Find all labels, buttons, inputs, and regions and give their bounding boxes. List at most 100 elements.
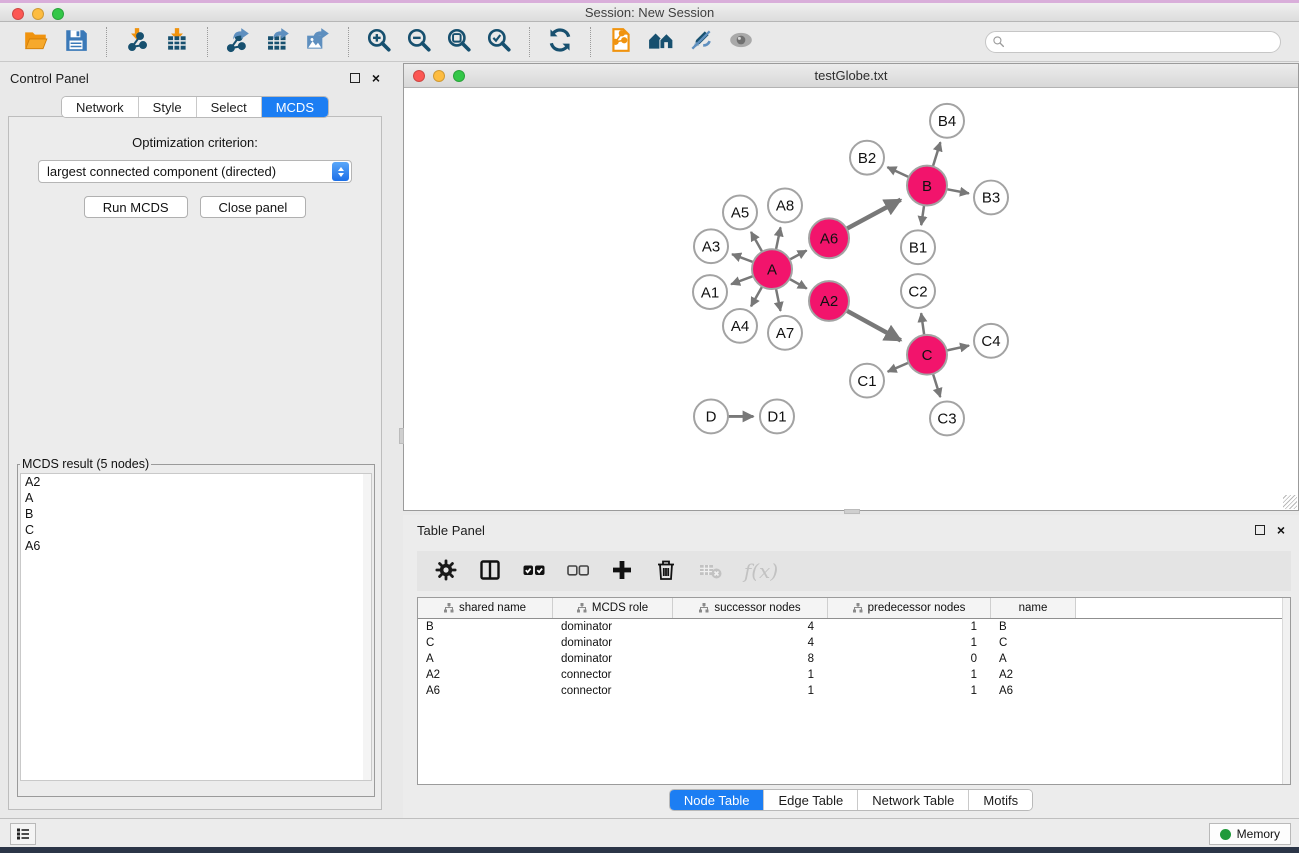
table-close-panel-icon[interactable]: × xyxy=(1277,525,1285,535)
network-close-button[interactable] xyxy=(413,70,425,82)
table-scrollbar[interactable] xyxy=(1282,598,1290,784)
cell-shared-name[interactable]: A6 xyxy=(418,683,553,699)
table-row-a[interactable]: Adominator80A xyxy=(418,651,1290,667)
edge-A2-C[interactable] xyxy=(847,311,901,341)
zoom-window-button[interactable] xyxy=(52,8,64,20)
graph-node-A7[interactable]: A7 xyxy=(768,316,802,350)
cell-name[interactable]: A2 xyxy=(991,667,1076,683)
export-network-button[interactable] xyxy=(222,26,254,58)
cell-MCDS-role[interactable]: dominator xyxy=(553,619,673,635)
mcds-result-list[interactable]: A2ABCA6 xyxy=(20,473,372,781)
show-all-button[interactable] xyxy=(725,26,757,58)
zoom-in-button[interactable] xyxy=(363,26,395,58)
deselect-checkboxes-button[interactable] xyxy=(563,556,593,586)
cell-successor-nodes[interactable]: 8 xyxy=(673,651,828,667)
edge-A-A2[interactable] xyxy=(789,279,806,289)
graph-node-A[interactable]: A xyxy=(752,249,792,289)
tab-mcds[interactable]: MCDS xyxy=(262,97,328,117)
graph-node-A5[interactable]: A5 xyxy=(723,195,757,229)
table-float-panel-icon[interactable] xyxy=(1255,525,1265,535)
close-panel-button[interactable]: Close panel xyxy=(200,196,307,218)
graph-node-A1[interactable]: A1 xyxy=(693,275,727,309)
graph-node-D[interactable]: D xyxy=(694,400,728,434)
table-row-a2[interactable]: A2connector11A2 xyxy=(418,667,1290,683)
cell-shared-name[interactable]: B xyxy=(418,619,553,635)
close-window-button[interactable] xyxy=(12,8,24,20)
add-column-button[interactable] xyxy=(607,556,637,586)
network-minimize-button[interactable] xyxy=(433,70,445,82)
edge-A-A4[interactable] xyxy=(751,287,762,307)
edge-A6-B[interactable] xyxy=(847,200,901,229)
column-header-successor-nodes[interactable]: successor nodes xyxy=(673,598,828,618)
edge-A-A5[interactable] xyxy=(751,232,762,252)
tab-network[interactable]: Network xyxy=(62,97,139,117)
result-list-scrollbar[interactable] xyxy=(363,474,371,780)
cell-successor-nodes[interactable]: 4 xyxy=(673,619,828,635)
edge-C-C3[interactable] xyxy=(933,374,940,397)
cell-successor-nodes[interactable]: 1 xyxy=(673,683,828,699)
edge-B-B4[interactable] xyxy=(933,142,941,166)
search-input[interactable] xyxy=(985,31,1281,53)
save-session-button[interactable] xyxy=(60,26,92,58)
edge-B-B1[interactable] xyxy=(921,205,924,225)
cell-MCDS-role[interactable]: dominator xyxy=(553,651,673,667)
table-tab-edge-table[interactable]: Edge Table xyxy=(764,790,858,810)
cell-predecessor-nodes[interactable]: 1 xyxy=(828,619,991,635)
graph-node-B1[interactable]: B1 xyxy=(901,230,935,264)
edge-B-B2[interactable] xyxy=(887,167,908,177)
table-tab-network-table[interactable]: Network Table xyxy=(858,790,969,810)
zoom-selected-button[interactable] xyxy=(483,26,515,58)
network-canvas[interactable]: B4B2BB3A5A8A6B1A3AC2A1A2A4A7C4CC1DD1C3 xyxy=(404,89,1298,510)
cell-successor-nodes[interactable]: 1 xyxy=(673,667,828,683)
result-item-a6[interactable]: A6 xyxy=(21,538,371,554)
zoom-fit-button[interactable] xyxy=(443,26,475,58)
split-view-button[interactable] xyxy=(475,556,505,586)
table-tab-motifs[interactable]: Motifs xyxy=(969,790,1032,810)
cell-name[interactable]: A6 xyxy=(991,683,1076,699)
graph-node-C4[interactable]: C4 xyxy=(974,324,1008,358)
graph-node-B4[interactable]: B4 xyxy=(930,104,964,138)
cell-MCDS-role[interactable]: connector xyxy=(553,667,673,683)
cell-shared-name[interactable]: C xyxy=(418,635,553,651)
cell-name[interactable]: B xyxy=(991,619,1076,635)
edge-A-A7[interactable] xyxy=(776,289,781,311)
graph-node-B[interactable]: B xyxy=(907,166,947,206)
close-panel-icon[interactable]: × xyxy=(372,73,380,83)
edge-C-C1[interactable] xyxy=(888,363,909,372)
graph-node-A6[interactable]: A6 xyxy=(809,218,849,258)
network-graph[interactable]: B4B2BB3A5A8A6B1A3AC2A1A2A4A7C4CC1DD1C3 xyxy=(404,89,1298,510)
edge-C-C4[interactable] xyxy=(947,346,969,351)
graph-node-A8[interactable]: A8 xyxy=(768,189,802,223)
cell-successor-nodes[interactable]: 4 xyxy=(673,635,828,651)
cell-predecessor-nodes[interactable]: 1 xyxy=(828,667,991,683)
memory-button[interactable]: Memory xyxy=(1209,823,1291,845)
delete-column-button[interactable] xyxy=(651,556,681,586)
table-row-a6[interactable]: A6connector11A6 xyxy=(418,683,1290,699)
graph-node-A4[interactable]: A4 xyxy=(723,309,757,343)
refresh-layout-button[interactable] xyxy=(544,26,576,58)
cell-MCDS-role[interactable]: dominator xyxy=(553,635,673,651)
cell-predecessor-nodes[interactable]: 1 xyxy=(828,635,991,651)
edge-A-A3[interactable] xyxy=(732,254,753,262)
edge-C-C2[interactable] xyxy=(921,313,924,335)
graph-node-C[interactable]: C xyxy=(907,335,947,375)
open-file-button[interactable] xyxy=(20,26,52,58)
graph-node-D1[interactable]: D1 xyxy=(760,400,794,434)
task-history-button[interactable] xyxy=(10,823,36,845)
graph-node-C3[interactable]: C3 xyxy=(930,402,964,436)
minimize-window-button[interactable] xyxy=(32,8,44,20)
float-panel-icon[interactable] xyxy=(350,73,360,83)
export-image-button[interactable] xyxy=(302,26,334,58)
cell-name[interactable]: C xyxy=(991,635,1076,651)
result-item-a2[interactable]: A2 xyxy=(21,474,371,490)
edge-A-A8[interactable] xyxy=(776,227,781,249)
edge-A-A1[interactable] xyxy=(731,276,753,284)
run-mcds-button[interactable]: Run MCDS xyxy=(84,196,188,218)
result-item-c[interactable]: C xyxy=(21,522,371,538)
cell-name[interactable]: A xyxy=(991,651,1076,667)
column-header-predecessor-nodes[interactable]: predecessor nodes xyxy=(828,598,991,618)
table-row-c[interactable]: Cdominator41C xyxy=(418,635,1290,651)
column-header-name[interactable]: name xyxy=(991,598,1076,618)
export-table-button[interactable] xyxy=(262,26,294,58)
edge-A-A6[interactable] xyxy=(790,250,807,259)
